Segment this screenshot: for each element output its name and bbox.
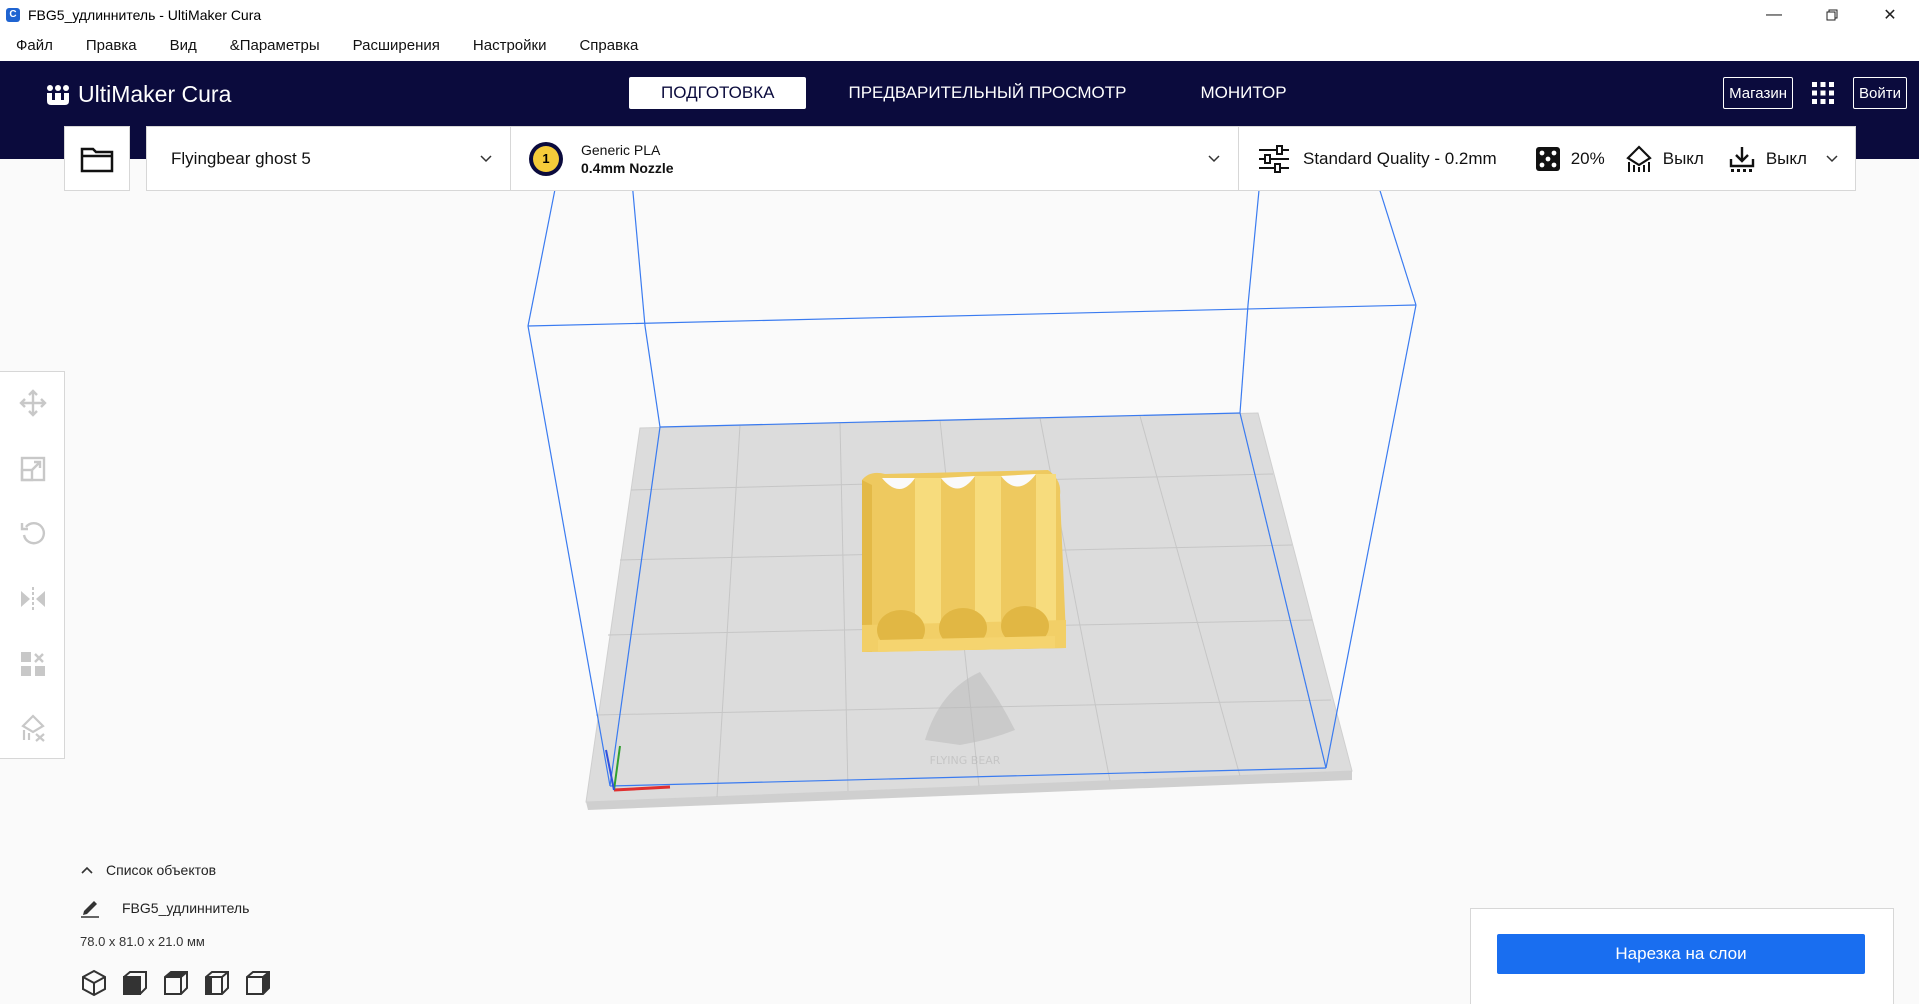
- print-settings-selector[interactable]: Standard Quality - 0.2mm 20% Выкл Выкл: [1238, 126, 1856, 191]
- left-toolbar: [0, 371, 65, 759]
- ultimaker-logo: UltiMaker Cura: [44, 81, 231, 108]
- menu-preferences[interactable]: Настройки: [473, 37, 547, 54]
- menu-settings[interactable]: &Параметры: [230, 37, 320, 54]
- support-blocker-icon: [21, 714, 45, 742]
- open-file-button[interactable]: [64, 126, 130, 191]
- object-list-toggle[interactable]: Список объектов: [80, 862, 272, 878]
- logo-text: UltiMaker Cura: [78, 81, 232, 107]
- top-view-icon[interactable]: [162, 969, 190, 997]
- infill-icon: [1535, 146, 1560, 171]
- chevron-down-icon: [1208, 155, 1220, 163]
- nozzle-size: 0.4mm Nozzle: [581, 159, 674, 176]
- marketplace-button[interactable]: Магазин: [1723, 77, 1794, 109]
- object-dimensions: 78.0 x 81.0 x 21.0 мм: [80, 934, 205, 949]
- scale-tool-button[interactable]: [18, 454, 48, 484]
- printer-name: Flyingbear ghost 5: [171, 148, 311, 168]
- menu-bar: Файл Правка Вид &Параметры Расширения На…: [0, 29, 1919, 61]
- rotate-tool-button[interactable]: [18, 518, 48, 548]
- close-button[interactable]: ✕: [1861, 0, 1919, 29]
- object-list-panel: Список объектов FBG5_удлиннитель 78.0 x …: [80, 862, 272, 997]
- object-list-item[interactable]: FBG5_удлиннитель: [80, 898, 272, 918]
- menu-extensions[interactable]: Расширения: [353, 37, 440, 54]
- menu-edit[interactable]: Правка: [86, 37, 137, 54]
- move-icon: [19, 389, 47, 417]
- restore-button[interactable]: [1803, 0, 1861, 29]
- support-value: Выкл: [1662, 148, 1704, 168]
- object-name: FBG5_удлиннитель: [122, 900, 250, 916]
- chevron-down-icon: [480, 155, 492, 163]
- front-view-icon[interactable]: [121, 969, 149, 997]
- extruder-badge: 1: [529, 141, 563, 176]
- mirror-tool-button[interactable]: [18, 584, 48, 614]
- material-selector[interactable]: 1 Generic PLA 0.4mm Nozzle: [510, 126, 1239, 191]
- per-model-settings-button[interactable]: [18, 649, 48, 679]
- slice-panel: Нарезка на слои: [1470, 908, 1894, 1004]
- scale-icon: [20, 456, 46, 482]
- folder-icon: [80, 147, 114, 172]
- adhesion-value: Выкл: [1765, 148, 1807, 168]
- 3d-view-icon[interactable]: [80, 969, 108, 997]
- 3d-model[interactable]: [862, 470, 1066, 652]
- menu-help[interactable]: Справка: [579, 37, 638, 54]
- per-model-settings-icon: [21, 652, 45, 676]
- pencil-icon: [81, 901, 99, 918]
- tab-monitor[interactable]: МОНИТОР: [1168, 77, 1318, 109]
- mirror-icon: [21, 587, 45, 611]
- tab-preview[interactable]: ПРЕДВАРИТЕЛЬНЫЙ ПРОСМОТР: [816, 77, 1158, 109]
- chevron-down-icon: [1826, 155, 1838, 163]
- sign-in-button[interactable]: Войти: [1853, 77, 1907, 109]
- right-view-icon[interactable]: [244, 969, 272, 997]
- menu-file[interactable]: Файл: [16, 37, 53, 54]
- 3d-viewport[interactable]: FLYING BEAR: [0, 159, 1919, 1004]
- infill-value: 20%: [1570, 148, 1605, 168]
- view-orientation-controls: [80, 969, 272, 997]
- printer-selector[interactable]: Flyingbear ghost 5: [146, 126, 511, 191]
- move-tool-button[interactable]: [18, 388, 48, 418]
- slice-button[interactable]: Нарезка на слои: [1497, 934, 1865, 974]
- cura-app-icon: C: [6, 7, 20, 22]
- ultimaker-logo-icon: [47, 84, 69, 105]
- object-list-header: Список объектов: [106, 862, 217, 878]
- left-view-icon[interactable]: [203, 969, 231, 997]
- rotate-icon: [20, 522, 45, 545]
- stage-tabs: ПОДГОТОВКА ПРЕДВАРИТЕЛЬНЫЙ ПРОСМОТР МОНИ…: [629, 77, 1329, 109]
- tab-prepare[interactable]: ПОДГОТОВКА: [629, 77, 807, 109]
- window-titlebar: C FBG5_удлиннитель - UltiMaker Cura — ✕: [0, 0, 1919, 29]
- chevron-up-icon: [81, 866, 93, 874]
- quality-profile: Standard Quality - 0.2mm: [1303, 148, 1497, 168]
- support-icon: [1625, 144, 1652, 172]
- material-name: Generic PLA: [581, 141, 661, 158]
- support-blocker-button[interactable]: [18, 713, 48, 743]
- sliders-icon: [1259, 144, 1289, 173]
- adhesion-icon: [1729, 146, 1755, 172]
- extruder-number: 1: [533, 145, 559, 172]
- apps-grid-icon[interactable]: [1803, 77, 1843, 109]
- window-title: FBG5_удлиннитель - UltiMaker Cura: [28, 6, 262, 23]
- svg-text:FLYING BEAR: FLYING BEAR: [930, 754, 1001, 767]
- minimize-button[interactable]: —: [1745, 0, 1803, 29]
- menu-view[interactable]: Вид: [170, 37, 197, 54]
